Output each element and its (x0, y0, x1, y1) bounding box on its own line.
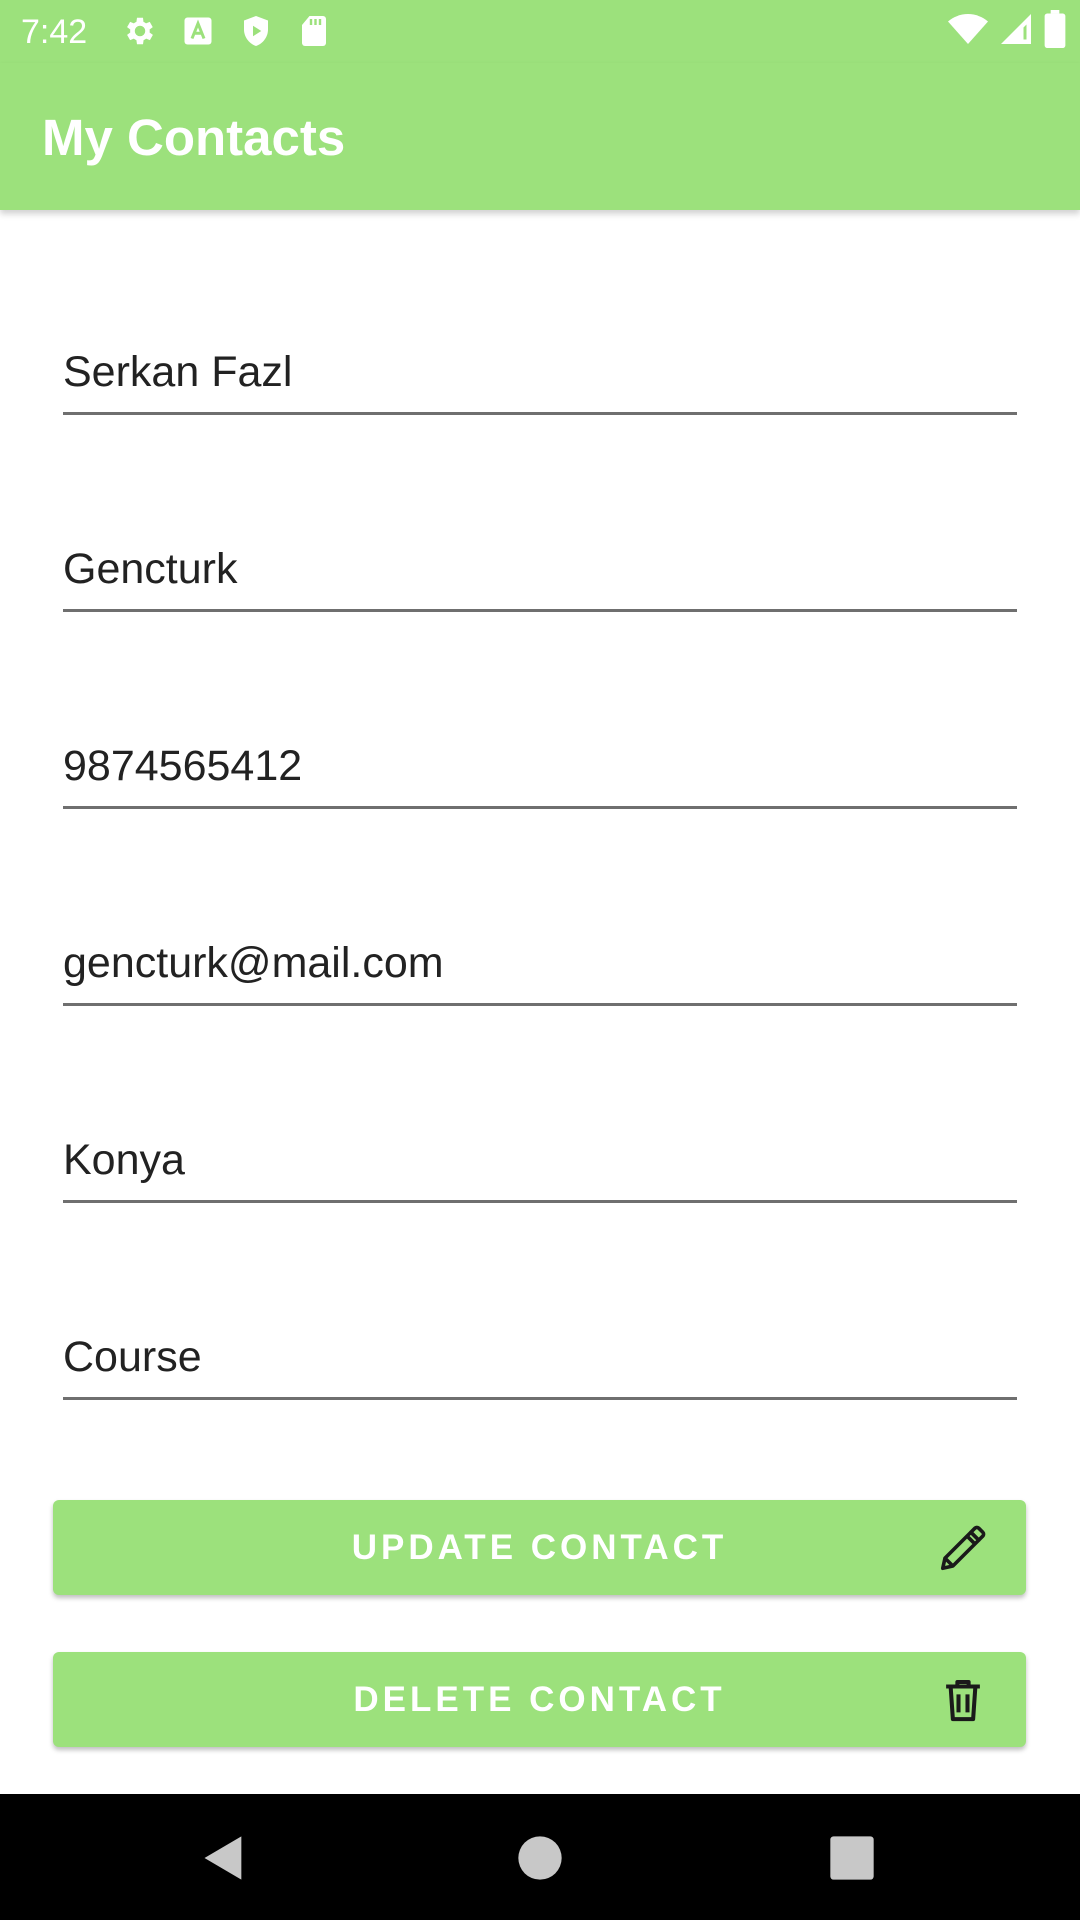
notification-icons (122, 13, 332, 49)
wifi-icon (948, 11, 988, 52)
city-input[interactable] (63, 1132, 1017, 1188)
navigation-bar (0, 1794, 1080, 1920)
last-name-field[interactable] (63, 539, 1017, 612)
system-status-icons (948, 9, 1066, 53)
last-name-input[interactable] (63, 541, 1017, 597)
phone-field[interactable] (63, 736, 1017, 809)
battery-icon (1044, 9, 1066, 53)
email-input[interactable] (63, 935, 1017, 991)
sd-card-icon (296, 13, 332, 49)
pencil-icon (936, 1521, 990, 1575)
cell-signal-icon (998, 11, 1034, 52)
update-contact-button[interactable]: UPDATE CONTACT (53, 1500, 1026, 1595)
group-field[interactable] (63, 1327, 1017, 1400)
shield-play-icon (238, 13, 274, 49)
first-name-field[interactable] (63, 342, 1017, 415)
first-name-input[interactable] (63, 344, 1017, 400)
status-time: 7:42 (21, 13, 88, 51)
email-field[interactable] (63, 933, 1017, 1006)
recents-icon[interactable] (826, 1832, 878, 1884)
gear-icon (122, 13, 158, 49)
app-bar: My Contacts (0, 63, 1080, 210)
city-field[interactable] (63, 1130, 1017, 1203)
font-a-icon (180, 13, 216, 49)
trash-icon (936, 1673, 990, 1727)
back-icon[interactable] (198, 1832, 250, 1884)
status-bar: 7:42 (0, 0, 1080, 63)
delete-contact-button[interactable]: DELETE CONTACT (53, 1652, 1026, 1747)
update-contact-label: UPDATE CONTACT (351, 1527, 728, 1567)
group-input[interactable] (63, 1329, 1017, 1385)
page-title: My Contacts (42, 109, 346, 166)
home-icon[interactable] (514, 1832, 566, 1884)
phone-input[interactable] (63, 738, 1017, 794)
delete-contact-label: DELETE CONTACT (353, 1679, 726, 1719)
